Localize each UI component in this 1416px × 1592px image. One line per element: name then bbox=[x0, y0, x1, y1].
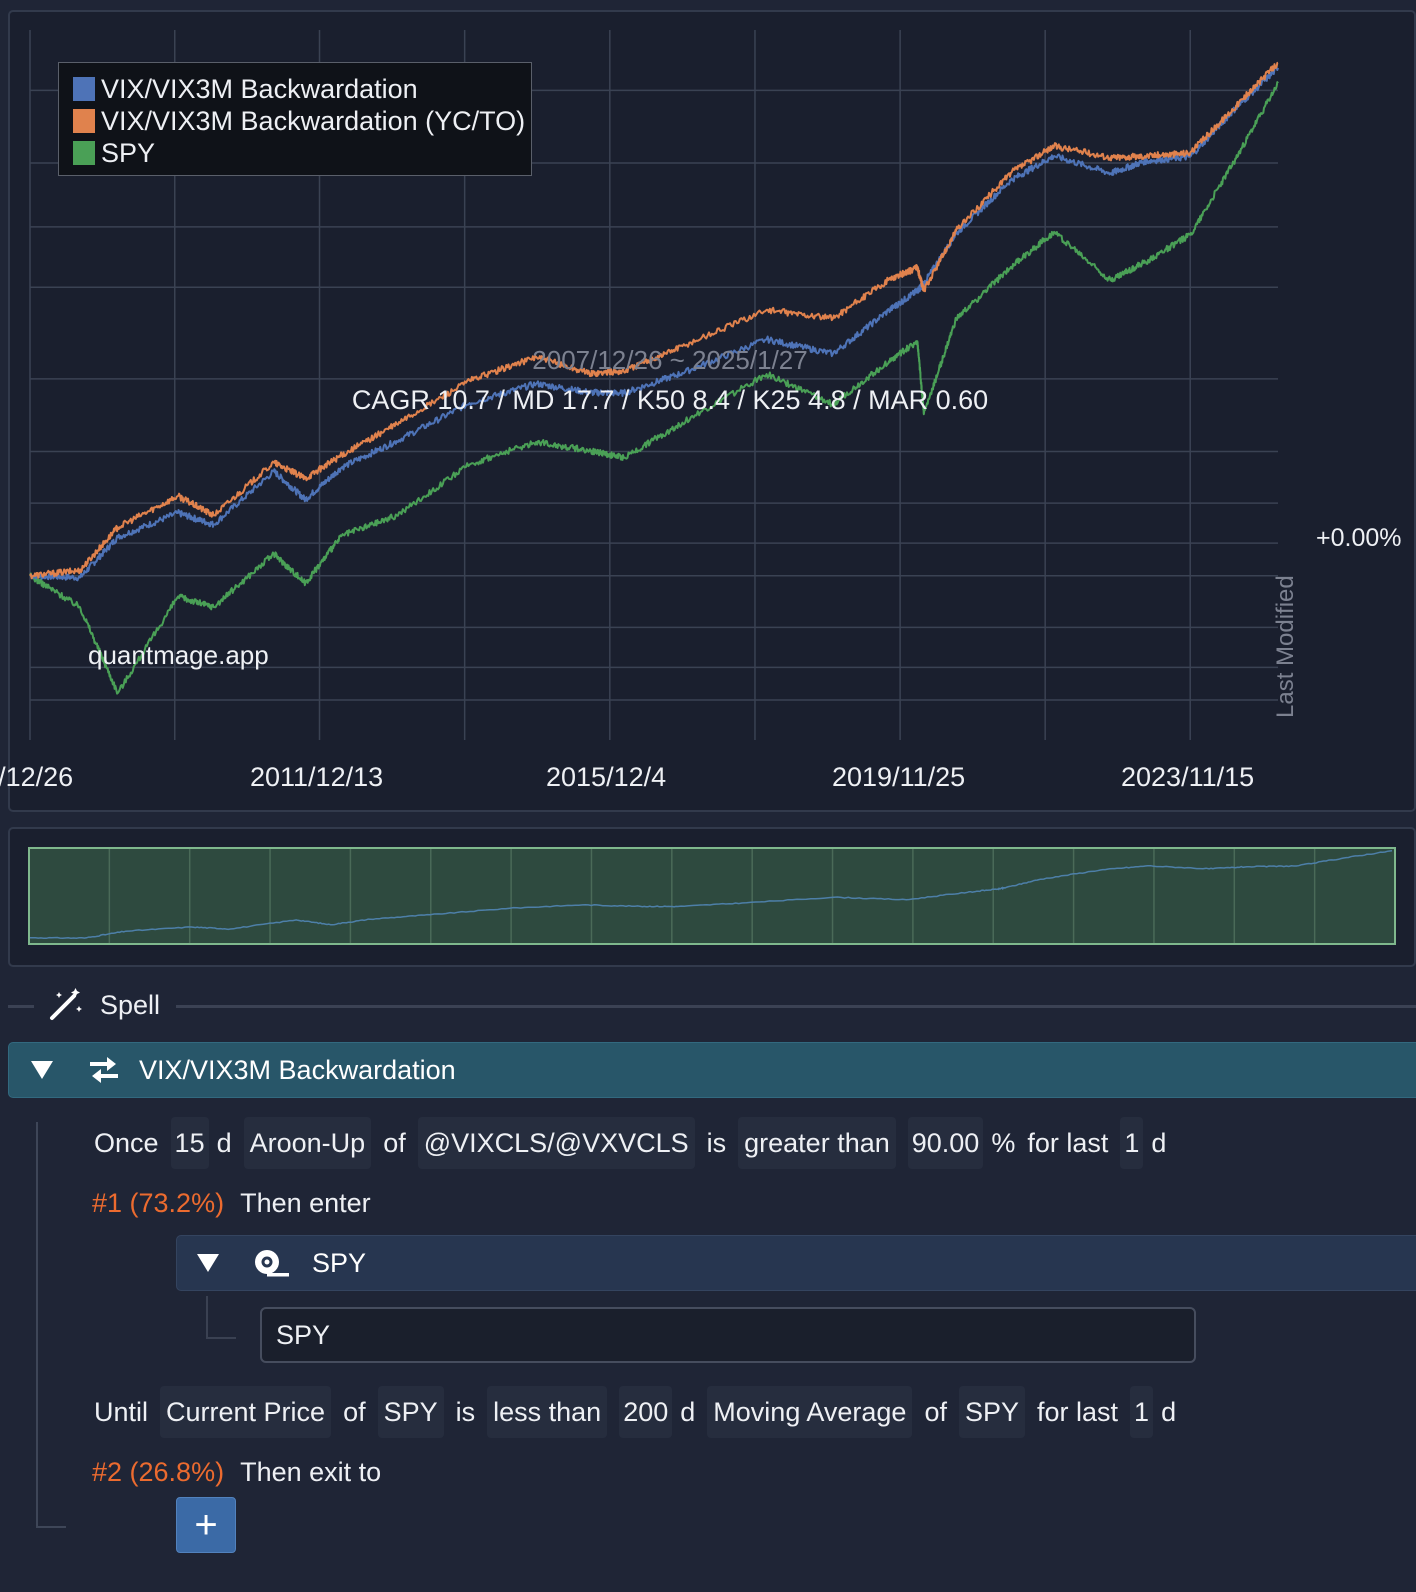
ticker-input[interactable]: SPY bbox=[260, 1307, 1196, 1363]
spell-section-divider: Spell bbox=[8, 985, 1416, 1025]
threshold-unit: % bbox=[991, 1127, 1016, 1158]
branch-1-row: #1 (73.2%) Then enter bbox=[88, 1177, 377, 1229]
legend-item-backwardation-ycto[interactable]: VIX/VIX3M Backwardation (YC/TO) bbox=[73, 105, 525, 137]
legend-swatch-icon bbox=[73, 141, 95, 165]
divider-line bbox=[8, 1005, 34, 1008]
ticker-value: SPY bbox=[276, 1320, 331, 1350]
chart-panel: VIX/VIX3M Backwardation VIX/VIX3M Backwa… bbox=[0, 10, 1416, 812]
magic-wand-icon bbox=[50, 988, 82, 1020]
legend-label: VIX/VIX3M Backwardation bbox=[101, 73, 418, 104]
window-unit: d bbox=[680, 1396, 696, 1427]
window-input[interactable]: 15 bbox=[170, 1117, 209, 1169]
left-operand-select[interactable]: Current Price bbox=[160, 1386, 332, 1438]
tree-connector bbox=[36, 1526, 66, 1528]
ticker-select[interactable]: @VIXCLS/@VXVCLS bbox=[417, 1117, 695, 1169]
x-tick-label: 2023/11/15 bbox=[1121, 762, 1255, 792]
branch-2-action: Then exit to bbox=[240, 1456, 382, 1487]
branch-1-label: #1 (73.2%) bbox=[92, 1187, 225, 1218]
tree-connector bbox=[206, 1337, 236, 1339]
branch-2-label: #2 (26.8%) bbox=[92, 1456, 225, 1487]
threshold-input[interactable]: 90.00 bbox=[907, 1117, 984, 1169]
until-label: Until bbox=[94, 1396, 149, 1427]
add-block-button[interactable]: + bbox=[176, 1497, 236, 1553]
y-axis-label: +0.00% bbox=[1316, 524, 1402, 552]
indicator-select[interactable]: Aroon-Up bbox=[243, 1117, 372, 1169]
x-tick-label: 2007/12/26 bbox=[0, 762, 74, 792]
plus-icon: + bbox=[194, 1503, 218, 1547]
legend-swatch-icon bbox=[73, 77, 95, 101]
legend-swatch-icon bbox=[73, 109, 95, 133]
spell-label: Spell bbox=[100, 990, 161, 1020]
days-unit: d bbox=[1161, 1396, 1177, 1427]
days-unit: d bbox=[1151, 1127, 1167, 1158]
comparator-select[interactable]: less than bbox=[487, 1386, 608, 1438]
tree-connector bbox=[36, 1122, 38, 1527]
x-tick-label: 2019/11/25 bbox=[832, 762, 966, 792]
watermark: quantmage.app bbox=[88, 640, 269, 670]
days-input[interactable]: 1 bbox=[1120, 1117, 1144, 1169]
collapse-triangle-icon[interactable] bbox=[31, 1061, 53, 1079]
branch-2-row: #2 (26.8%) Then exit to bbox=[88, 1446, 387, 1498]
for-last-label: for last bbox=[1027, 1127, 1109, 1158]
asset-group-header[interactable]: SPY bbox=[176, 1235, 1416, 1291]
node-title: VIX/VIX3M Backwardation bbox=[139, 1055, 456, 1085]
navigator-window[interactable] bbox=[28, 847, 1396, 945]
asset-icon bbox=[255, 1250, 289, 1277]
days-input[interactable]: 1 bbox=[1130, 1386, 1154, 1438]
of-label: of bbox=[383, 1127, 406, 1158]
strategy-node-header[interactable]: VIX/VIX3M Backwardation bbox=[8, 1042, 1416, 1098]
ticker-select[interactable]: SPY bbox=[958, 1386, 1025, 1438]
legend-label: VIX/VIX3M Backwardation (YC/TO) bbox=[101, 105, 526, 136]
chart-date-range: 2007/12/26 ~ 2025/1/27 bbox=[532, 345, 808, 375]
exit-condition: Until Current Price of SPY is less than … bbox=[88, 1386, 1182, 1438]
collapse-triangle-icon[interactable] bbox=[197, 1254, 219, 1272]
tree-connector bbox=[206, 1296, 208, 1338]
x-tick-label: 2015/12/4 bbox=[546, 762, 667, 792]
legend-item-spy[interactable]: SPY bbox=[73, 137, 155, 169]
window-unit: d bbox=[216, 1127, 232, 1158]
window-input[interactable]: 200 bbox=[619, 1386, 673, 1438]
for-last-label: for last bbox=[1037, 1396, 1119, 1427]
once-label: Once bbox=[94, 1127, 159, 1158]
comparator-select[interactable]: greater than bbox=[738, 1117, 896, 1169]
indicator-select[interactable]: Moving Average bbox=[707, 1386, 913, 1438]
divider-line bbox=[176, 1005, 1416, 1008]
range-navigator-panel bbox=[8, 827, 1416, 967]
range-navigator[interactable] bbox=[28, 847, 1398, 947]
of-label: of bbox=[924, 1396, 947, 1427]
swap-arrows-icon bbox=[90, 1057, 118, 1083]
entry-condition: Once 15 d Aroon-Up of @VIXCLS/@VXVCLS is… bbox=[88, 1117, 1172, 1169]
of-label: of bbox=[343, 1396, 366, 1427]
ticker-select[interactable]: SPY bbox=[377, 1386, 444, 1438]
legend-item-backwardation[interactable]: VIX/VIX3M Backwardation bbox=[73, 73, 418, 105]
chart-legend: VIX/VIX3M Backwardation VIX/VIX3M Backwa… bbox=[58, 62, 532, 176]
legend-label: SPY bbox=[101, 137, 156, 168]
is-label: is bbox=[455, 1396, 476, 1427]
last-modified-label: Last Modified bbox=[1272, 575, 1299, 718]
is-label: is bbox=[706, 1127, 727, 1158]
branch-1-action: Then enter bbox=[240, 1187, 371, 1218]
asset-group-title: SPY bbox=[312, 1248, 367, 1278]
x-tick-label: 2011/12/13 bbox=[250, 762, 384, 792]
chart-stats: CAGR 10.7 / MD 17.7 / K50 8.4 / K25 4.8 … bbox=[351, 385, 989, 415]
